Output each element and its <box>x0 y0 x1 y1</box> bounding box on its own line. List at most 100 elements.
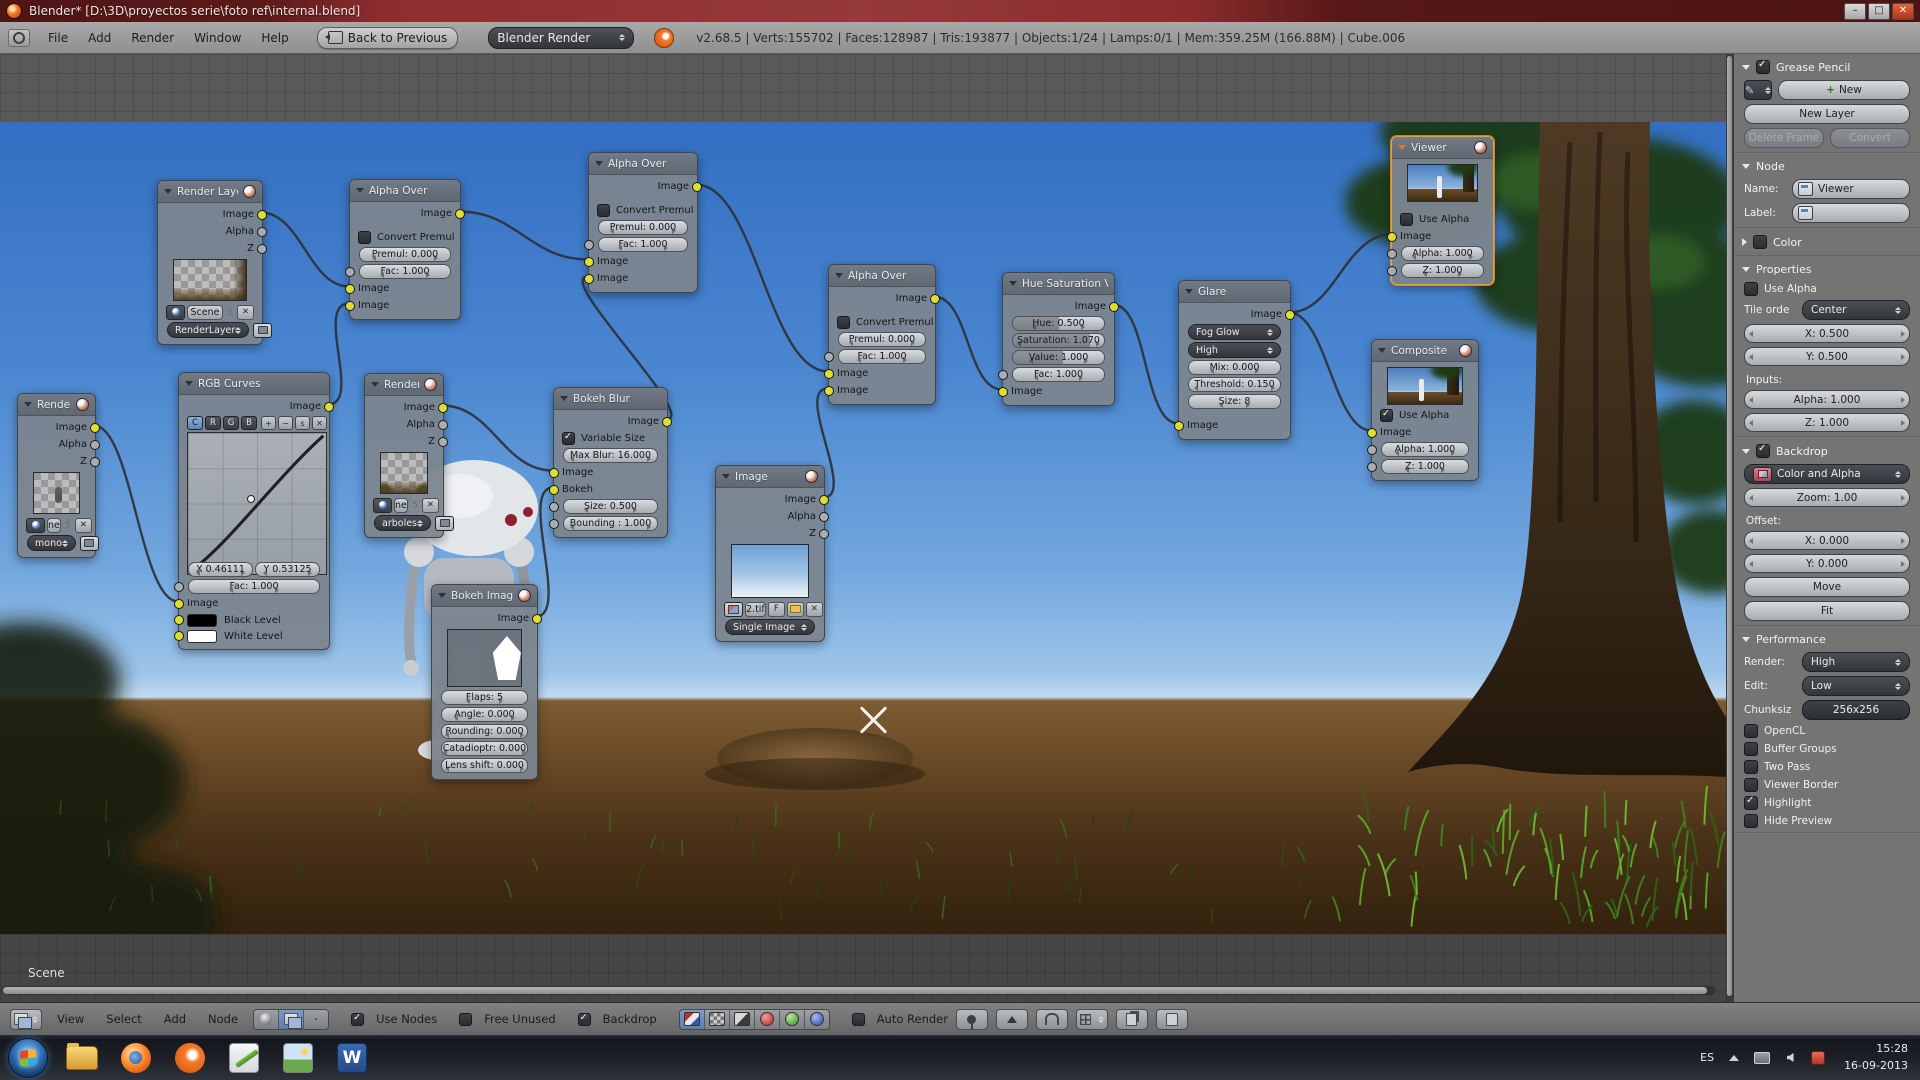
slider-arrow-right[interactable] <box>1096 341 1100 347</box>
tree-type-compositing[interactable] <box>279 1010 304 1029</box>
socket-out-image[interactable] <box>455 209 465 219</box>
slider-arrow-left[interactable] <box>1749 397 1753 403</box>
unlink-button[interactable]: ✕ <box>75 518 92 533</box>
fake-user-button[interactable]: F <box>768 602 785 617</box>
slider-fac-1-000[interactable]: Fac: 1.000 <box>359 264 451 279</box>
socket-out-image[interactable] <box>692 182 702 192</box>
node-header-hue-saturation[interactable]: Hue Saturation Valu <box>1003 273 1114 295</box>
action-center-icon[interactable] <box>1810 1051 1826 1065</box>
slider-arrow-right[interactable] <box>520 766 524 772</box>
render-engine-select[interactable]: Blender Render <box>488 27 634 49</box>
slider-arrow-right[interactable] <box>1901 538 1905 544</box>
node-glare[interactable]: GlareImageFog GlowHighMix: 0.000Threshol… <box>1178 280 1291 440</box>
socket-in-white-level[interactable] <box>174 631 184 641</box>
socket-in-fac-1-000[interactable] <box>345 267 355 277</box>
socket-in-image[interactable] <box>174 599 184 609</box>
slider-z-1-000[interactable]: Z: 1.000 <box>1381 459 1469 474</box>
checkbox-convert-premul[interactable] <box>837 316 850 329</box>
dropdown-arboles[interactable]: arboles <box>374 515 431 531</box>
socket-out-image[interactable] <box>819 495 829 505</box>
node-image[interactable]: ImageImageAlphaZ2.tifF✕Single Image <box>715 465 825 642</box>
node-header-viewer[interactable]: Viewer <box>1392 137 1493 159</box>
button-fit[interactable]: Fit <box>1744 601 1910 621</box>
node-header-glare[interactable]: Glare <box>1179 281 1290 303</box>
slider-alpha-1-000[interactable]: Alpha: 1.000 <box>1744 390 1910 409</box>
slider-arrow-right[interactable] <box>1255 368 1259 374</box>
scene-name-field[interactable]: Scene <box>187 305 223 320</box>
socket-in-fac-1-000[interactable] <box>174 582 184 592</box>
field-name[interactable]: Viewer <box>1792 179 1910 199</box>
collapse-triangle-icon[interactable] <box>185 381 193 386</box>
socket-out-z[interactable] <box>819 529 829 539</box>
grease-pencil-source-select[interactable]: ✎ <box>1744 80 1772 100</box>
dropdown-high[interactable]: High <box>1188 342 1281 358</box>
node-header-composite[interactable]: Composite <box>1372 340 1478 362</box>
slider-premul-0-000[interactable]: Premul: 0.000 <box>838 332 926 347</box>
footer-menu-node[interactable]: Node <box>201 1010 245 1028</box>
slider-arrow-right[interactable] <box>1901 331 1905 337</box>
curve-tool-item[interactable]: ✕ <box>312 416 327 430</box>
socket-in-image[interactable] <box>1174 421 1184 431</box>
slider-x-0-000[interactable]: X: 0.000 <box>1744 531 1910 550</box>
collapse-triangle-icon[interactable] <box>1378 348 1386 353</box>
slider-arrow-right[interactable] <box>1271 385 1275 391</box>
close-button[interactable]: ✕ <box>1892 3 1914 20</box>
taskbar-app-explorer[interactable] <box>64 1040 100 1076</box>
button-move[interactable]: Move <box>1744 577 1910 597</box>
node-header-rgb-curves[interactable]: RGB Curves <box>179 373 329 395</box>
node-viewer[interactable]: ViewerUse AlphaImageAlpha: 1.000Z: 1.000 <box>1391 136 1494 285</box>
node-bokeh-blur[interactable]: Bokeh BlurImageVariable SizeMax Blur: 16… <box>553 387 668 538</box>
socket-out-image[interactable] <box>90 423 100 433</box>
field-label[interactable] <box>1792 203 1910 223</box>
color-swatch-white-level[interactable] <box>187 630 217 643</box>
checkbox-convert-premul[interactable] <box>597 204 610 217</box>
slider-arrow-right[interactable] <box>522 749 526 755</box>
window-titlebar[interactable]: Blender* [D:\3D\proyectos serie\foto ref… <box>0 0 1920 22</box>
toggle-backdrop[interactable]: Backdrop <box>578 1012 657 1026</box>
node-alpha-over-2[interactable]: Alpha OverImageConvert PremulPremul: 0.0… <box>588 152 698 293</box>
node-header-render-layers[interactable]: Render Layers <box>158 181 262 203</box>
socket-in-image[interactable] <box>1367 428 1377 438</box>
color-swatch-black-level[interactable] <box>187 614 217 627</box>
dropdown-mono[interactable]: mono <box>27 535 76 551</box>
socket-in-fac-1-000[interactable] <box>584 240 594 250</box>
slider-lens-shift-0-000[interactable]: Lens shift: 0.000 <box>441 758 528 773</box>
slider-arrow-right[interactable] <box>1458 271 1462 277</box>
slider-arrow-right[interactable] <box>520 732 524 738</box>
curve-tool-item[interactable]: + <box>261 416 276 430</box>
checkbox-use-nodes[interactable] <box>351 1013 364 1026</box>
camera-icon[interactable] <box>435 516 454 531</box>
socket-in-z-1-000[interactable] <box>1387 266 1397 276</box>
slider-rounding-0-000[interactable]: Rounding: 0.000 <box>441 724 528 739</box>
node-hue-saturation[interactable]: Hue Saturation ValuImageHue: 0.500Satura… <box>1002 272 1115 406</box>
node-header-render-l-left[interactable]: Render L <box>18 394 95 416</box>
node-composite[interactable]: CompositeUse AlphaImageAlpha: 1.000Z: 1.… <box>1371 339 1479 481</box>
slider-z-1-000[interactable]: Z: 1.000 <box>1401 263 1484 278</box>
taskbar-app-firefox[interactable] <box>118 1040 154 1076</box>
slider-arrow-left[interactable] <box>1749 561 1753 567</box>
taskbar-clock[interactable]: 15:28 16-09-2013 <box>1844 1041 1908 1074</box>
socket-out-z[interactable] <box>90 457 100 467</box>
slider-hue-0-500[interactable]: Hue: 0.500 <box>1012 316 1105 331</box>
scene-name-field[interactable]: ne <box>394 498 408 513</box>
node-bokeh-image[interactable]: Bokeh ImageImageFlaps: 5Angle: 0.000Roun… <box>431 584 538 780</box>
channel-red[interactable] <box>755 1010 780 1029</box>
slider-z-1-000[interactable]: Z: 1.000 <box>1744 413 1910 432</box>
socket-in-size-0-500[interactable] <box>549 502 559 512</box>
unlink-button[interactable]: ✕ <box>237 305 254 320</box>
footer-menu-select[interactable]: Select <box>99 1010 148 1028</box>
taskbar-app-word[interactable]: W <box>334 1040 370 1076</box>
dropdown-single-image[interactable]: Single Image <box>725 619 815 635</box>
slider-fac-1-000[interactable]: Fac: 1.000 <box>598 237 688 252</box>
socket-in-image[interactable] <box>549 468 559 478</box>
volume-icon[interactable] <box>1782 1051 1798 1065</box>
socket-out-image[interactable] <box>324 402 334 412</box>
button-new-layer[interactable]: New Layer <box>1744 104 1910 124</box>
image-name-field[interactable]: 2.tif <box>745 602 766 617</box>
slider-value-1-000[interactable]: Value: 1.000 <box>1012 350 1105 365</box>
tool-copy[interactable] <box>1116 1009 1148 1030</box>
dropdown-tile-orde[interactable]: Center <box>1802 300 1910 320</box>
slider-arrow-left[interactable] <box>1749 354 1753 360</box>
channel-alpha-checker[interactable] <box>705 1010 730 1029</box>
node-render-l-mid[interactable]: Render LImageAlphaZne5✕arboles <box>364 373 444 538</box>
